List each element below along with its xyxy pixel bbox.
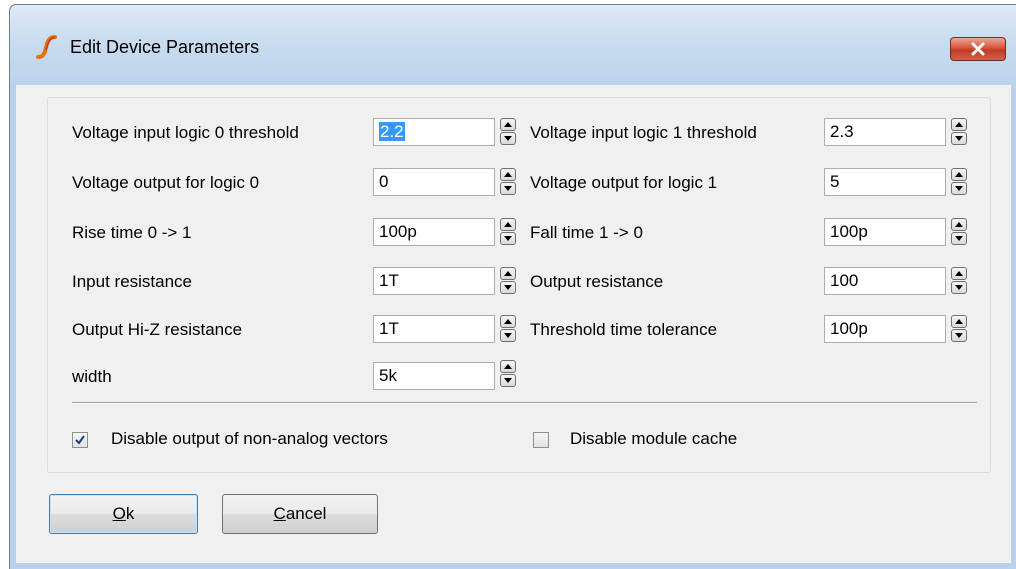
- param-label: Input resistance: [72, 272, 193, 291]
- spin-down-button[interactable]: [500, 232, 516, 245]
- dialog-window: Edit Device Parameters Voltage input log…: [9, 4, 1016, 569]
- spin-up-button[interactable]: [500, 315, 516, 328]
- parameters-panel: Voltage input logic 0 threshold 2.2 Volt…: [47, 97, 991, 473]
- spin-down-button[interactable]: [500, 374, 516, 387]
- close-button[interactable]: [950, 37, 1006, 61]
- param-input-vol1[interactable]: 5: [824, 168, 946, 196]
- cancel-button[interactable]: Cancel: [222, 494, 378, 534]
- disable-output-checkbox[interactable]: [72, 432, 88, 448]
- param-input-time-tolerance[interactable]: 100p: [824, 315, 946, 343]
- spin-up-down-icon[interactable]: [951, 267, 967, 295]
- param-label: Output resistance: [530, 272, 664, 291]
- spin-up-down-icon[interactable]: [951, 168, 967, 196]
- spin-up-down-icon[interactable]: [500, 315, 516, 343]
- param-input-input-resistance[interactable]: 1T: [373, 267, 495, 295]
- cancel-mnemonic: C: [273, 504, 286, 523]
- spin-up-button[interactable]: [500, 360, 516, 373]
- param-label: Fall time 1 -> 0: [530, 223, 643, 242]
- param-input-width[interactable]: 5k: [373, 362, 495, 390]
- disable-output-label[interactable]: Disable output of non-analog vectors: [111, 429, 388, 449]
- spin-up-down-icon[interactable]: [500, 218, 516, 246]
- spin-down-button[interactable]: [500, 182, 516, 195]
- spin-up-down-icon[interactable]: [951, 315, 967, 343]
- ok-label: k: [125, 504, 135, 523]
- spin-up-button[interactable]: [951, 218, 967, 231]
- spin-down-button[interactable]: [951, 232, 967, 245]
- spin-down-button[interactable]: [951, 132, 967, 145]
- spin-up-button[interactable]: [951, 315, 967, 328]
- spin-up-button[interactable]: [500, 168, 516, 181]
- disable-cache-checkbox[interactable]: [533, 432, 549, 448]
- param-input-hiz-resistance[interactable]: 1T: [373, 315, 495, 343]
- checkmark-icon: [75, 435, 85, 445]
- window-title: Edit Device Parameters: [70, 37, 260, 57]
- param-input-fall-time[interactable]: 100p: [824, 218, 946, 246]
- param-label: Rise time 0 -> 1: [72, 223, 192, 242]
- spin-up-down-icon[interactable]: [951, 118, 967, 146]
- spin-down-button[interactable]: [500, 329, 516, 342]
- spin-up-down-icon[interactable]: [951, 218, 967, 246]
- selected-text: 2.2: [379, 122, 405, 141]
- spin-up-button[interactable]: [951, 168, 967, 181]
- param-label: Output Hi-Z resistance: [72, 320, 243, 339]
- divider: [72, 402, 977, 404]
- spin-up-down-icon[interactable]: [500, 118, 516, 146]
- param-label: width: [72, 367, 112, 386]
- param-label: Voltage output for logic 1: [530, 173, 718, 192]
- spin-up-button[interactable]: [951, 267, 967, 280]
- spin-down-button[interactable]: [951, 329, 967, 342]
- dialog-client-area: Voltage input logic 0 threshold 2.2 Volt…: [16, 85, 1011, 563]
- cancel-label: ancel: [285, 504, 327, 523]
- spin-up-button[interactable]: [500, 267, 516, 280]
- ok-mnemonic: O: [112, 504, 126, 523]
- spin-up-down-icon[interactable]: [500, 267, 516, 295]
- spin-up-button[interactable]: [500, 218, 516, 231]
- param-input-rise-time[interactable]: 100p: [373, 218, 495, 246]
- simetrix-logo-icon: [36, 35, 57, 59]
- spin-up-down-icon[interactable]: [500, 360, 516, 388]
- param-label: Voltage input logic 1 threshold: [530, 123, 757, 142]
- close-icon: [971, 42, 985, 56]
- disable-cache-label[interactable]: Disable module cache: [570, 429, 737, 449]
- spin-down-button[interactable]: [951, 182, 967, 195]
- spin-down-button[interactable]: [951, 281, 967, 294]
- spin-down-button[interactable]: [500, 281, 516, 294]
- ok-button[interactable]: Ok: [49, 494, 198, 534]
- spin-up-button[interactable]: [951, 118, 967, 131]
- param-input-vol0[interactable]: 0: [373, 168, 495, 196]
- param-label: Threshold time tolerance: [530, 320, 718, 339]
- param-input-vil0[interactable]: 2.2: [373, 118, 495, 146]
- spin-up-down-icon[interactable]: [500, 168, 516, 196]
- spin-up-button[interactable]: [500, 118, 516, 131]
- param-label: Voltage output for logic 0: [72, 173, 260, 192]
- title-bar[interactable]: Edit Device Parameters: [10, 5, 1016, 85]
- param-input-vil1[interactable]: 2.3: [824, 118, 946, 146]
- param-input-output-resistance[interactable]: 100: [824, 267, 946, 295]
- spin-down-button[interactable]: [500, 132, 516, 145]
- param-label: Voltage input logic 0 threshold: [72, 123, 299, 142]
